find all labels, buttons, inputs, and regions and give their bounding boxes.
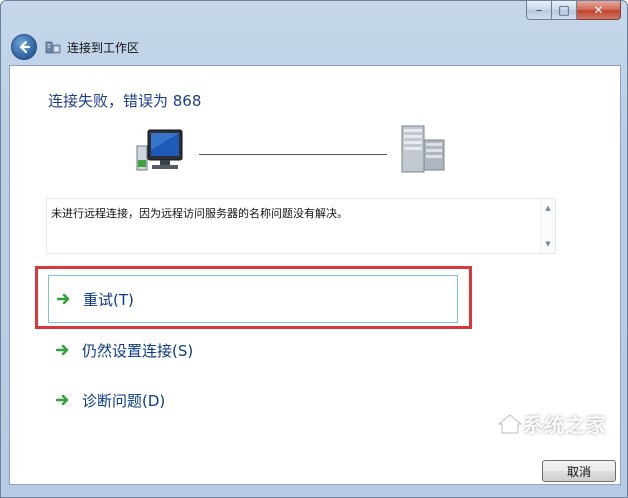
setup-anyway-command[interactable]: 仍然设置连接(S) — [48, 326, 458, 374]
window-title: 连接到工作区 — [67, 41, 140, 55]
workplace-connection-icon — [45, 41, 61, 54]
scroll-down-arrow-icon[interactable]: ▼ — [543, 239, 553, 249]
scroll-up-arrow-icon[interactable]: ▲ — [543, 203, 553, 213]
server-icon — [401, 125, 445, 173]
green-arrow-icon — [54, 341, 72, 359]
cancel-button[interactable]: 取消 — [542, 460, 616, 482]
page-title: 连接失败，错误为 868 — [48, 92, 202, 110]
computer-icon — [136, 129, 183, 171]
back-button[interactable] — [11, 34, 37, 60]
connection-line — [199, 154, 387, 155]
back-arrow-icon — [19, 40, 31, 54]
diagnose-command[interactable]: 诊断问题(D) — [48, 376, 458, 424]
close-button[interactable]: ✕ — [577, 1, 621, 20]
message-scrollbar[interactable]: ▲ ▼ — [540, 199, 555, 253]
error-message: 未进行远程连接，因为远程访问服务器的名称问题没有解决。 — [51, 207, 348, 220]
setup-anyway-label: 仍然设置连接(S) — [82, 341, 194, 360]
watermark-logo: 系统之家 — [523, 413, 607, 437]
minimize-button[interactable]: – — [526, 1, 552, 20]
watermark-house-icon — [497, 414, 523, 434]
caption-buttons: – □ ✕ — [526, 1, 621, 21]
green-arrow-icon — [54, 391, 72, 409]
maximize-button[interactable]: □ — [552, 1, 577, 20]
navigation-bar: 连接到工作区 — [7, 31, 623, 63]
error-message-box: 未进行远程连接，因为远程访问服务器的名称问题没有解决。 ▲ ▼ — [46, 198, 556, 254]
window-frame: – □ ✕ 连接到工作区 连接失败，错误为 868 未进行远程连接，因为远程访问… — [0, 0, 628, 498]
annotation-highlight-box — [35, 266, 472, 329]
diagnose-label: 诊断问题(D) — [82, 391, 166, 410]
